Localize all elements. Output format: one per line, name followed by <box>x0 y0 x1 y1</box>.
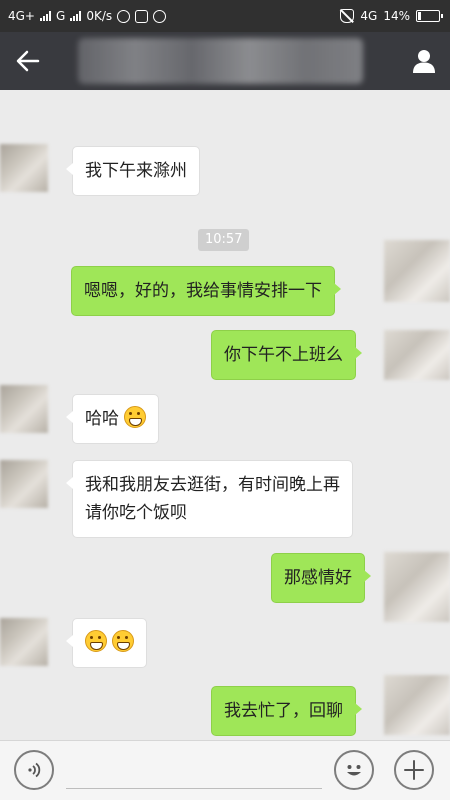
battery-percent: 14% <box>383 9 410 23</box>
grin-emoji-icon <box>124 406 147 428</box>
signal-icon <box>70 11 82 21</box>
grin-emoji-icon <box>85 630 107 652</box>
self-avatar[interactable] <box>384 675 450 735</box>
message-text: 我去忙了，回聊 <box>224 701 343 721</box>
battery-level <box>418 12 422 20</box>
message-text-input[interactable] <box>66 753 322 789</box>
battery-icon <box>416 10 443 22</box>
status-bar: 4G+ G 0K/s 4G 14% <box>0 0 450 32</box>
chat-icon <box>153 9 167 23</box>
chat-title-redacted <box>78 38 363 84</box>
incoming-message[interactable]: 我下午来滁州 <box>66 146 200 196</box>
arrow-left-icon <box>16 50 40 72</box>
gallery-icon <box>135 9 149 23</box>
self-avatar[interactable] <box>384 240 450 302</box>
self-avatar[interactable] <box>384 552 450 622</box>
contact-avatar[interactable] <box>0 618 48 666</box>
emoji-picker-button[interactable] <box>334 750 374 790</box>
message-text: 嗯嗯，好的，我给事情安排一下 <box>84 281 322 301</box>
incoming-message[interactable]: 哈哈 <box>65 394 160 444</box>
back-button[interactable] <box>12 46 44 76</box>
contact-avatar[interactable] <box>0 460 48 508</box>
voice-input-button[interactable] <box>14 750 54 790</box>
message-text-line: 我和我朋友去逛街，有时间晚上再 <box>85 475 340 495</box>
contact-info-button[interactable] <box>408 44 440 78</box>
mute-icon <box>340 9 355 23</box>
network-type-label: 4G+ <box>8 9 35 23</box>
chat-header <box>0 32 450 90</box>
network-type-label-2: G <box>56 9 66 23</box>
chat-message-list[interactable]: 我下午来滁州 10:57 嗯嗯，好的，我给事情安排一下 你下午不上班么 哈哈 我… <box>0 90 450 740</box>
plus-icon <box>404 760 424 780</box>
more-options-button[interactable] <box>394 750 434 790</box>
network-type-label-3: 4G <box>360 9 378 23</box>
outgoing-message[interactable]: 那感情好 <box>271 553 371 603</box>
message-text: 我下午来滁州 <box>85 161 187 181</box>
incoming-message[interactable] <box>65 618 148 668</box>
message-text: 你下午不上班么 <box>224 345 343 365</box>
contact-avatar[interactable] <box>0 385 48 433</box>
contact-avatar[interactable] <box>0 144 48 192</box>
qq-icon <box>117 9 131 23</box>
message-text: 那感情好 <box>284 568 352 588</box>
network-speed: 0K/s <box>86 9 113 23</box>
message-text-line: 请你吃个饭呗 <box>85 503 187 523</box>
voice-icon <box>28 762 41 778</box>
smiley-icon <box>347 765 361 776</box>
outgoing-message[interactable]: 嗯嗯，好的，我给事情安排一下 <box>71 266 341 316</box>
message-input-bar <box>0 740 450 800</box>
grin-emoji-icon <box>112 630 135 652</box>
outgoing-message[interactable]: 我去忙了，回聊 <box>211 686 362 736</box>
message-timestamp: 10:57 <box>198 229 250 251</box>
self-avatar[interactable] <box>384 330 450 380</box>
signal-icon <box>40 11 51 21</box>
outgoing-message[interactable]: 你下午不上班么 <box>211 330 362 380</box>
person-icon <box>413 50 435 73</box>
incoming-message[interactable]: 我和我朋友去逛街，有时间晚上再 请你吃个饭呗 <box>66 460 353 538</box>
message-text: 哈哈 <box>85 409 119 429</box>
